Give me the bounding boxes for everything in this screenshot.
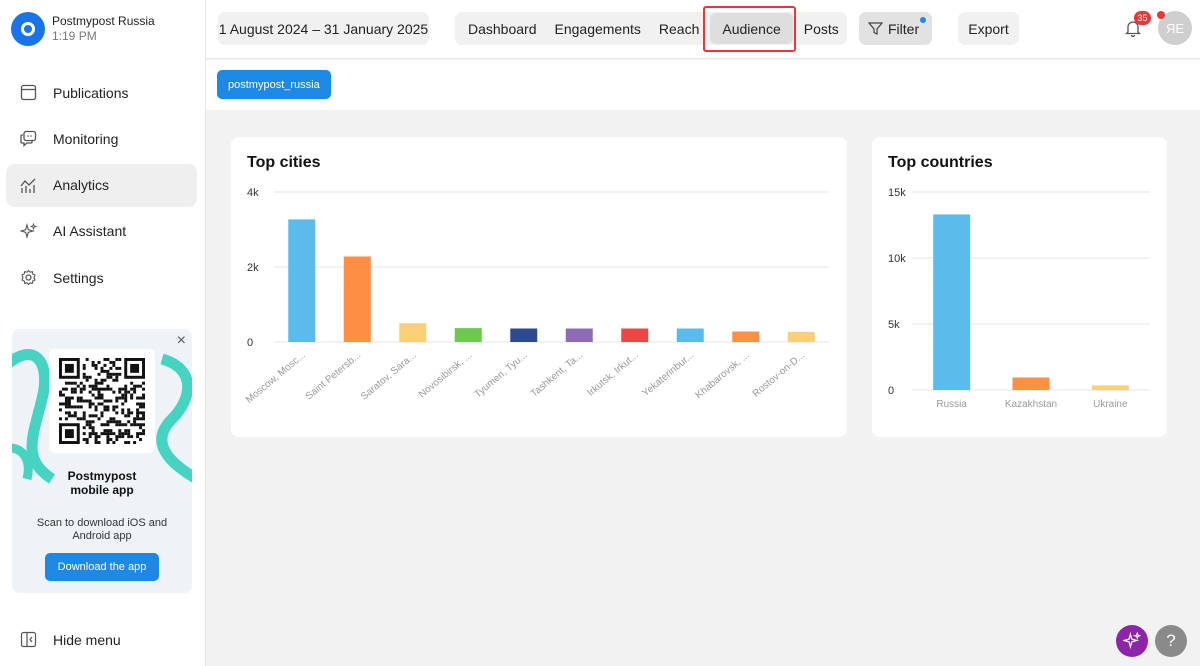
x-tick-label: Irkutsk, Irkut... xyxy=(586,350,641,399)
x-tick-label: Saint Petersb... xyxy=(304,350,363,402)
chat-monitor-icon xyxy=(20,130,37,148)
filter-active-dot xyxy=(920,17,926,23)
tab-engagements[interactable]: Engagements xyxy=(546,12,650,45)
sparkle-icon xyxy=(1123,632,1141,650)
x-tick-label: Moscow, Mosc... xyxy=(244,350,308,406)
sidebar-nav: Publications Monitoring Analytics AI Ass… xyxy=(6,71,197,302)
sidebar-item-label: Monitoring xyxy=(53,130,119,147)
mobile-app-promo: × Postmypost mobile app Scan to download… xyxy=(12,329,192,593)
x-tick-label: Kazakhstan xyxy=(1005,399,1057,410)
y-tick-label: 0 xyxy=(247,337,253,349)
bar[interactable] xyxy=(1012,377,1050,390)
y-tick-label: 0 xyxy=(888,385,894,397)
x-tick-label: Rostov-on-D... xyxy=(751,350,807,400)
y-tick-label: 4k xyxy=(247,187,259,199)
bar[interactable] xyxy=(732,331,760,343)
sidebar-item-publications[interactable]: Publications xyxy=(6,71,197,114)
date-range-picker[interactable]: 1 August 2024 – 31 January 2025 xyxy=(218,12,429,45)
notification-badge: 35 xyxy=(1134,11,1151,25)
y-tick-label: 2k xyxy=(247,262,259,274)
promo-subtitle: Scan to download iOS and Android app xyxy=(36,517,168,542)
top-countries-chart: 0 5k 10k 15k Russia Kazakhstan Ukraine xyxy=(888,187,1150,410)
close-icon[interactable]: × xyxy=(177,332,186,350)
bar[interactable] xyxy=(621,328,649,343)
x-tick-label: Novosibirsk, ... xyxy=(417,350,474,401)
top-countries-card: Top countries 0 5k 10k 15k Russia Kazakhstan U… xyxy=(872,137,1167,437)
collapse-sidebar-icon xyxy=(20,631,37,648)
avatar-status-dot xyxy=(1157,11,1165,19)
account-name: Postmypost Russia xyxy=(52,14,155,28)
bar[interactable] xyxy=(454,328,482,342)
y-tick-label: 10k xyxy=(888,253,906,265)
filter-icon xyxy=(868,22,883,35)
calendar-icon xyxy=(20,84,37,101)
x-tick-label: Ukraine xyxy=(1093,399,1128,410)
sidebar-item-label: Settings xyxy=(53,269,104,286)
qr-code xyxy=(49,349,155,453)
x-tick-label: Tyumen, Tyu... xyxy=(473,350,530,400)
hide-menu-label: Hide menu xyxy=(53,631,121,648)
sidebar-item-monitoring[interactable]: Monitoring xyxy=(6,117,197,160)
tab-dashboard[interactable]: Dashboard xyxy=(459,12,546,45)
sidebar: Postmypost Russia 1:19 PM Publications M… xyxy=(0,0,206,666)
filter-button[interactable]: Filter xyxy=(859,12,932,45)
analytics-icon xyxy=(20,177,37,194)
gear-icon xyxy=(20,269,37,286)
export-button[interactable]: Export xyxy=(958,12,1019,45)
hide-menu-button[interactable]: Hide menu xyxy=(20,631,121,648)
ai-assistant-button[interactable] xyxy=(1116,625,1148,657)
promo-title: Postmypost mobile app xyxy=(67,469,137,497)
x-tick-label: Yekaterinbur... xyxy=(640,350,696,399)
sparkle-icon xyxy=(20,222,37,240)
tab-reach[interactable]: Reach xyxy=(650,12,708,45)
y-tick-label: 5k xyxy=(888,319,900,331)
sidebar-item-ai-assistant[interactable]: AI Assistant xyxy=(6,210,197,253)
sidebar-item-label: Publications xyxy=(53,84,129,101)
account-switcher[interactable]: Postmypost Russia 1:19 PM xyxy=(11,12,155,46)
top-cities-chart: 0 2k 4k Moscow, Mosc...Saint Petersb...Sara… xyxy=(244,187,829,406)
account-time: 1:19 PM xyxy=(52,29,97,43)
x-tick-label: Russia xyxy=(936,399,967,410)
x-tick-label: Tashkent, Ta... xyxy=(529,350,585,400)
bar[interactable] xyxy=(565,328,593,343)
sidebar-item-label: Analytics xyxy=(53,177,110,194)
help-button[interactable]: ? xyxy=(1155,625,1187,657)
x-tick-label: Saratov, Sara... xyxy=(359,350,419,403)
analytics-tabs: Dashboard Engagements Reach Audience Pos… xyxy=(455,12,847,45)
x-tick-label: Khabarovsk, ... xyxy=(694,350,752,401)
bar[interactable] xyxy=(343,256,371,343)
bar[interactable] xyxy=(933,214,971,390)
top-cities-card: Top cities 0 2k 4k Moscow, Mosc... Saint Pet… xyxy=(231,137,847,437)
sidebar-item-settings[interactable]: Settings xyxy=(6,256,197,299)
brand-logo xyxy=(11,12,45,46)
sidebar-item-analytics[interactable]: Analytics xyxy=(6,163,197,207)
account-chip[interactable]: postmypost_russia xyxy=(217,70,331,99)
bar[interactable] xyxy=(787,331,815,342)
question-icon: ? xyxy=(1166,631,1176,650)
account-filter-bar: postmypost_russia xyxy=(206,60,1200,110)
bar[interactable] xyxy=(676,328,704,343)
tab-audience[interactable]: Audience xyxy=(710,13,793,44)
download-app-button[interactable]: Download the app xyxy=(45,553,159,581)
filter-label: Filter xyxy=(888,20,920,37)
bar[interactable] xyxy=(1091,385,1129,390)
tab-posts[interactable]: Posts xyxy=(795,12,848,45)
bar[interactable] xyxy=(288,219,316,342)
bar[interactable] xyxy=(510,328,538,343)
y-tick-label: 15k xyxy=(888,187,906,199)
bar[interactable] xyxy=(399,323,427,342)
sidebar-item-label: AI Assistant xyxy=(53,223,127,240)
top-bar: 1 August 2024 – 31 January 2025 Dashboar… xyxy=(206,0,1200,59)
